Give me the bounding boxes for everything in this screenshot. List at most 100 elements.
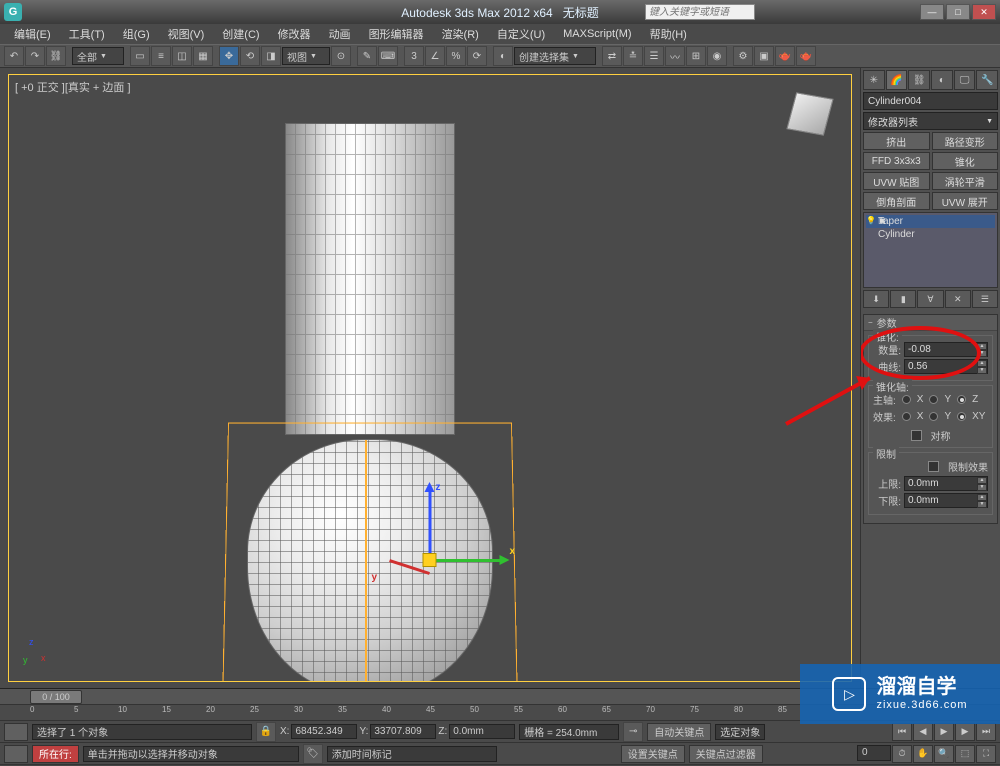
- menu-group[interactable]: 组(G): [115, 24, 158, 44]
- auto-key-button[interactable]: 自动关键点: [647, 723, 711, 741]
- menu-graph-editors[interactable]: 图形编辑器: [361, 24, 432, 44]
- btn-pathdeform[interactable]: 路径变形: [932, 132, 999, 150]
- pin-stack-icon[interactable]: ⬇: [863, 290, 889, 308]
- prev-frame-icon[interactable]: ◀: [913, 723, 933, 741]
- zoom-icon[interactable]: 🔍: [934, 745, 954, 763]
- curve-spinner[interactable]: 0.56▲▼: [904, 359, 988, 374]
- rotate-icon[interactable]: ⟲: [240, 46, 260, 66]
- display-tab-icon[interactable]: 🖵: [954, 70, 976, 90]
- time-tag-icon[interactable]: 🏷: [303, 744, 323, 764]
- effect-x-radio[interactable]: [902, 412, 911, 421]
- lower-spinner[interactable]: 0.0mm▲▼: [904, 493, 988, 508]
- lock-ui-icon[interactable]: [4, 723, 28, 741]
- current-frame-input[interactable]: 0: [857, 745, 891, 761]
- show-result-icon[interactable]: ▮: [890, 290, 916, 308]
- view-cube[interactable]: [783, 87, 839, 143]
- hierarchy-tab-icon[interactable]: ⛓: [908, 70, 930, 90]
- curve-editor-icon[interactable]: 〰: [665, 46, 685, 66]
- set-key-button[interactable]: 设置关键点: [621, 745, 685, 763]
- next-frame-icon[interactable]: ▶: [955, 723, 975, 741]
- spinner-snap-icon[interactable]: ⟳: [467, 46, 487, 66]
- window-crossing-icon[interactable]: ▦: [193, 46, 213, 66]
- btn-uvw[interactable]: UVW 贴图: [863, 172, 930, 190]
- key-selection-dropdown[interactable]: 选定对象: [715, 724, 765, 740]
- material-editor-icon[interactable]: ◉: [707, 46, 727, 66]
- coord-z-input[interactable]: 0.0mm: [449, 724, 515, 739]
- coord-x-input[interactable]: 68452.349: [291, 724, 357, 739]
- fov-icon[interactable]: ⬚: [955, 745, 975, 763]
- keyboard-icon[interactable]: ⌨: [378, 46, 398, 66]
- menu-modifiers[interactable]: 修改器: [270, 24, 319, 44]
- select-icon[interactable]: ▭: [130, 46, 150, 66]
- btn-taper[interactable]: 锥化: [932, 152, 999, 170]
- render-frame-icon[interactable]: ▣: [754, 46, 774, 66]
- select-region-icon[interactable]: ◫: [172, 46, 192, 66]
- menu-customize[interactable]: 自定义(U): [489, 24, 553, 44]
- link-icon[interactable]: ⛓: [46, 46, 66, 66]
- modifier-list-dropdown[interactable]: 修改器列表: [863, 112, 998, 130]
- lock-selection-icon[interactable]: 🔒: [256, 722, 276, 742]
- render-prod-icon[interactable]: 🫖: [796, 46, 816, 66]
- limit-effect-checkbox[interactable]: [928, 461, 939, 472]
- menu-render[interactable]: 渲染(R): [434, 24, 487, 44]
- primary-z-radio[interactable]: [957, 395, 966, 404]
- redo-icon[interactable]: ↷: [25, 46, 45, 66]
- configure-icon[interactable]: ☰: [972, 290, 998, 308]
- minimize-button[interactable]: —: [920, 4, 944, 20]
- object-name-input[interactable]: Cylinder004: [863, 92, 998, 110]
- script-status-button[interactable]: 所在行:: [32, 745, 79, 763]
- menu-maxscript[interactable]: MAXScript(M): [555, 26, 639, 42]
- pivot-icon[interactable]: ⊙: [331, 46, 351, 66]
- effect-xy-radio[interactable]: [957, 412, 966, 421]
- app-icon[interactable]: G: [4, 3, 22, 21]
- time-slider-knob[interactable]: 0 / 100: [30, 690, 82, 704]
- move-icon[interactable]: ✥: [219, 46, 239, 66]
- coord-y-input[interactable]: 33707.809: [370, 724, 436, 739]
- percent-snap-icon[interactable]: %: [446, 46, 466, 66]
- render-icon[interactable]: 🫖: [775, 46, 795, 66]
- menu-create[interactable]: 创建(C): [214, 24, 267, 44]
- play-icon[interactable]: ▶: [934, 723, 954, 741]
- symmetry-checkbox[interactable]: [911, 430, 922, 441]
- modify-tab-icon[interactable]: 🌈: [886, 70, 908, 90]
- make-unique-icon[interactable]: ∀: [917, 290, 943, 308]
- time-tag-dropdown[interactable]: 添加时间标记: [327, 746, 497, 762]
- selection-filter-dropdown[interactable]: 全部▼: [72, 47, 124, 65]
- utilities-tab-icon[interactable]: 🔧: [976, 70, 998, 90]
- menu-edit[interactable]: 编辑(E): [6, 24, 59, 44]
- maximize-button[interactable]: □: [946, 4, 970, 20]
- schematic-icon[interactable]: ⊞: [686, 46, 706, 66]
- stack-item-taper[interactable]: Taper: [866, 215, 995, 228]
- key-filters-button[interactable]: 关键点过滤器: [689, 745, 763, 763]
- goto-start-icon[interactable]: ⏮: [892, 723, 912, 741]
- motion-tab-icon[interactable]: ◐: [931, 70, 953, 90]
- menu-help[interactable]: 帮助(H): [642, 24, 695, 44]
- amount-spinner[interactable]: -0.08▲▼: [904, 342, 988, 357]
- named-selection-dropdown[interactable]: 创建选择集▼: [514, 47, 596, 65]
- pan-view-icon[interactable]: ✋: [913, 745, 933, 763]
- modifier-stack[interactable]: Taper Cylinder: [863, 212, 998, 288]
- btn-extrude[interactable]: 挤出: [863, 132, 930, 150]
- time-config-icon[interactable]: ⏱: [892, 745, 912, 763]
- move-gizmo[interactable]: z x y: [430, 560, 431, 561]
- ref-coord-dropdown[interactable]: 视图▼: [282, 47, 330, 65]
- viewport-label[interactable]: [ +0 正交 ][真实 + 边面 ]: [15, 79, 131, 95]
- mirror-icon[interactable]: ⇄: [602, 46, 622, 66]
- menu-view[interactable]: 视图(V): [160, 24, 213, 44]
- stack-item-cylinder[interactable]: Cylinder: [866, 228, 995, 241]
- max-viewport-icon[interactable]: ⛶: [976, 745, 996, 763]
- effect-y-radio[interactable]: [929, 412, 938, 421]
- angle-snap-icon[interactable]: ∠: [425, 46, 445, 66]
- align-icon[interactable]: ≛: [623, 46, 643, 66]
- primary-x-radio[interactable]: [902, 395, 911, 404]
- create-tab-icon[interactable]: ✳: [863, 70, 885, 90]
- undo-icon[interactable]: ↶: [4, 46, 24, 66]
- goto-end-icon[interactable]: ⏭: [976, 723, 996, 741]
- help-search-input[interactable]: [645, 4, 755, 20]
- upper-spinner[interactable]: 0.0mm▲▼: [904, 476, 988, 491]
- snap-toggle-icon[interactable]: 3: [404, 46, 424, 66]
- viewport[interactable]: [ +0 正交 ][真实 + 边面 ] z x y zxy: [8, 74, 852, 682]
- btn-unwrap[interactable]: UVW 展开: [932, 192, 999, 210]
- layers-icon[interactable]: ☰: [644, 46, 664, 66]
- manipulate-icon[interactable]: ✎: [357, 46, 377, 66]
